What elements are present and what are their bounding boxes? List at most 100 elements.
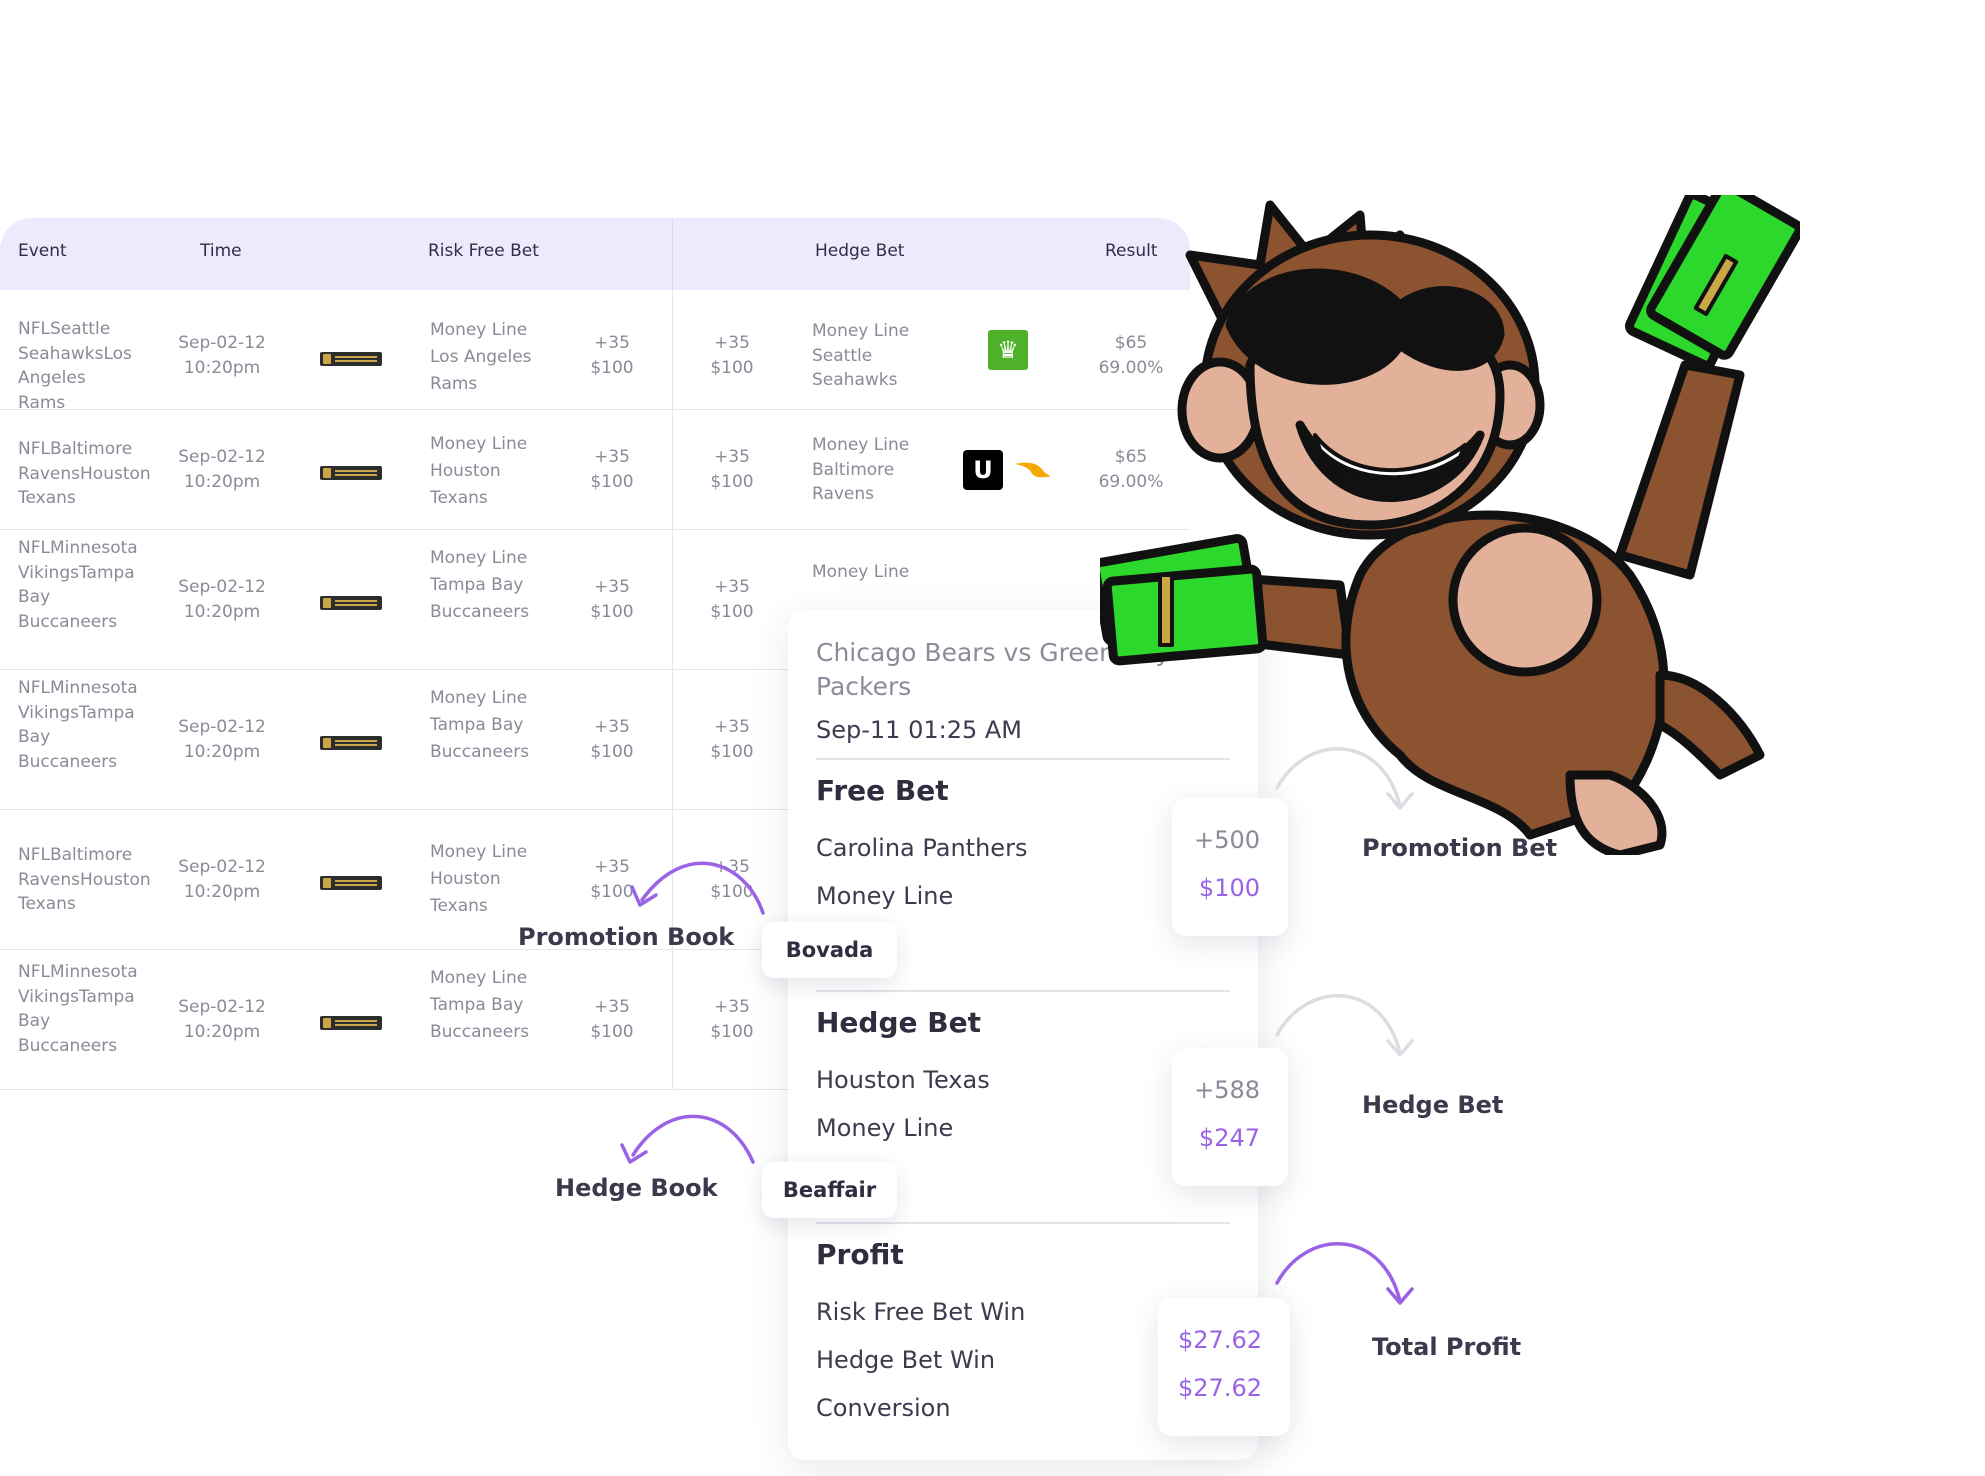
line-type: Money Line <box>812 321 910 341</box>
event-time: Sep-02-12 10:20pm <box>172 995 272 1044</box>
stake: $100 <box>590 1021 634 1042</box>
hedge-bet-win-label: Hedge Bet Win <box>816 1346 996 1374</box>
hedge-bet-team: Houston Texas <box>816 1066 990 1094</box>
stake: $100 <box>590 601 634 622</box>
conversion-label: Conversion <box>816 1394 951 1422</box>
stake: $100 <box>590 741 634 762</box>
event-clock: 10:20pm <box>183 1021 261 1042</box>
line-type: Money Line <box>430 548 528 568</box>
free-bet-line: Money Line <box>816 882 954 910</box>
event-time: Sep-02-12 10:20pm <box>172 575 272 624</box>
hedge-bet-label: Hedge Bet <box>1362 1091 1504 1119</box>
odds: +35 <box>594 333 630 353</box>
promotion-book-arrow-icon <box>630 861 765 915</box>
event-date: Sep-02-12 <box>178 857 266 877</box>
event-clock: 10:20pm <box>183 601 261 622</box>
column-divider <box>672 530 673 669</box>
hedge-odds: +35 $100 <box>698 575 766 624</box>
hedge-bet-odds: +588 <box>1194 1076 1260 1104</box>
team: Houston Texans <box>430 869 501 916</box>
header-hedge-bet: Hedge Bet <box>815 241 905 261</box>
draftkings-logo: ♛ <box>988 330 1028 370</box>
total-profit-label: Total Profit <box>1372 1333 1522 1361</box>
swoosh-logo <box>1015 462 1051 478</box>
hedge-bet-stake: $247 <box>1198 1124 1260 1152</box>
free-bet-heading: Free Bet <box>816 774 949 807</box>
hedge-bet-values: +588 $247 <box>1172 1048 1288 1186</box>
line-type: Money Line <box>430 968 528 988</box>
event-clock: 10:20pm <box>183 741 261 762</box>
caesars-sportsbook-logo <box>320 352 382 366</box>
stake: $100 <box>710 741 754 762</box>
team: Houston Texans <box>430 461 501 508</box>
event-datetime: Sep-11 01:25 AM <box>816 716 1022 744</box>
profit-heading: Profit <box>816 1238 904 1271</box>
team: Tampa Bay Buccaneers <box>430 575 530 622</box>
divider <box>816 1222 1230 1224</box>
line-type: Money Line <box>430 688 528 708</box>
event-name: NFLBaltimore RavensHouston Texans <box>18 439 151 508</box>
odds: +35 <box>594 717 630 737</box>
hedge-odds: +35 $100 <box>698 715 766 764</box>
stake: $100 <box>590 357 634 378</box>
risk-free-bet-win-label: Risk Free Bet Win <box>816 1298 1026 1326</box>
hedge-win-value: $27.62 <box>1178 1374 1262 1402</box>
hedge-odds: +35 $100 <box>698 995 766 1044</box>
hedge-book-arrow-icon <box>620 1114 755 1164</box>
team: Los Angeles Rams <box>430 347 532 394</box>
header-risk-free-bet: Risk Free Bet <box>428 241 539 261</box>
divider <box>816 990 1230 992</box>
hedge-bet-heading: Hedge Bet <box>816 1006 981 1039</box>
header-divider <box>672 218 673 290</box>
hedge-book-label: Hedge Book <box>555 1174 718 1202</box>
table-row[interactable]: NFLSeattle SeahawksLos Angeles Rams Sep-… <box>0 290 1190 413</box>
column-divider <box>672 670 673 809</box>
stake: $100 <box>590 471 634 492</box>
team: Baltimore Ravens <box>812 459 895 505</box>
caesars-sportsbook-logo <box>320 876 382 890</box>
hedge-bet: Money Line Baltimore Ravens <box>812 433 932 507</box>
column-divider <box>672 410 673 529</box>
risk-free-bet: Money Line Tampa Bay Buccaneers <box>430 685 550 766</box>
odds: +35 <box>714 333 750 353</box>
caesars-sportsbook-logo <box>320 1016 382 1030</box>
stake: $100 <box>710 471 754 492</box>
risk-free-bet: Money Line Tampa Bay Buccaneers <box>430 965 550 1046</box>
hedge-bet: Money Line <box>812 562 910 582</box>
total-profit-arrow-icon <box>1275 1242 1414 1305</box>
event-time: Sep-02-12 10:20pm <box>172 715 272 764</box>
hedge-bet-line: Money Line <box>816 1114 954 1142</box>
event-name: NFLMinnesota VikingsTampa Bay Buccaneers <box>18 538 138 632</box>
beaffair-tag: Beaffair <box>762 1162 897 1218</box>
column-divider <box>672 950 673 1089</box>
line-type: Money Line <box>430 434 528 454</box>
event-date: Sep-02-12 <box>178 717 266 737</box>
column-divider <box>672 290 673 409</box>
hedge-bet: Money Line Seattle Seahawks <box>812 319 932 393</box>
odds: +35 <box>714 577 750 597</box>
risk-free-bet: Money Line Houston Texans <box>430 839 550 920</box>
table-row[interactable]: NFLBaltimore RavensHouston Texans Sep-02… <box>0 410 1190 530</box>
header-event: Event <box>18 241 67 261</box>
caesars-sportsbook-logo <box>320 596 382 610</box>
risk-odds: +35 $100 <box>578 575 646 624</box>
event-name: NFLMinnesota VikingsTampa Bay Buccaneers <box>18 678 138 772</box>
event-name: NFLMinnesota VikingsTampa Bay Buccaneers <box>18 962 138 1056</box>
line-type: Money Line <box>430 842 528 862</box>
free-bet-stake: $100 <box>1198 874 1260 902</box>
stake: $100 <box>710 601 754 622</box>
hedge-bet-arrow-icon <box>1275 994 1414 1057</box>
odds: +35 <box>714 997 750 1017</box>
team: Tampa Bay Buccaneers <box>430 715 530 762</box>
risk-free-bet: Money Line Houston Texans <box>430 431 550 512</box>
table-header: Event Time Risk Free Bet Hedge Bet Resul… <box>0 218 1190 290</box>
bovada-tag: Bovada <box>762 922 897 978</box>
event-time: Sep-02-12 10:20pm <box>172 445 272 494</box>
team: Tampa Bay Buccaneers <box>430 995 530 1042</box>
event-time: Sep-02-12 10:20pm <box>172 855 272 904</box>
risk-odds: +35 $100 <box>578 331 646 380</box>
hedge-odds: +35 $100 <box>698 445 766 494</box>
monkey-mascot-icon <box>1100 195 1800 855</box>
line-type: Money Line <box>812 435 910 455</box>
odds: +35 <box>594 997 630 1017</box>
